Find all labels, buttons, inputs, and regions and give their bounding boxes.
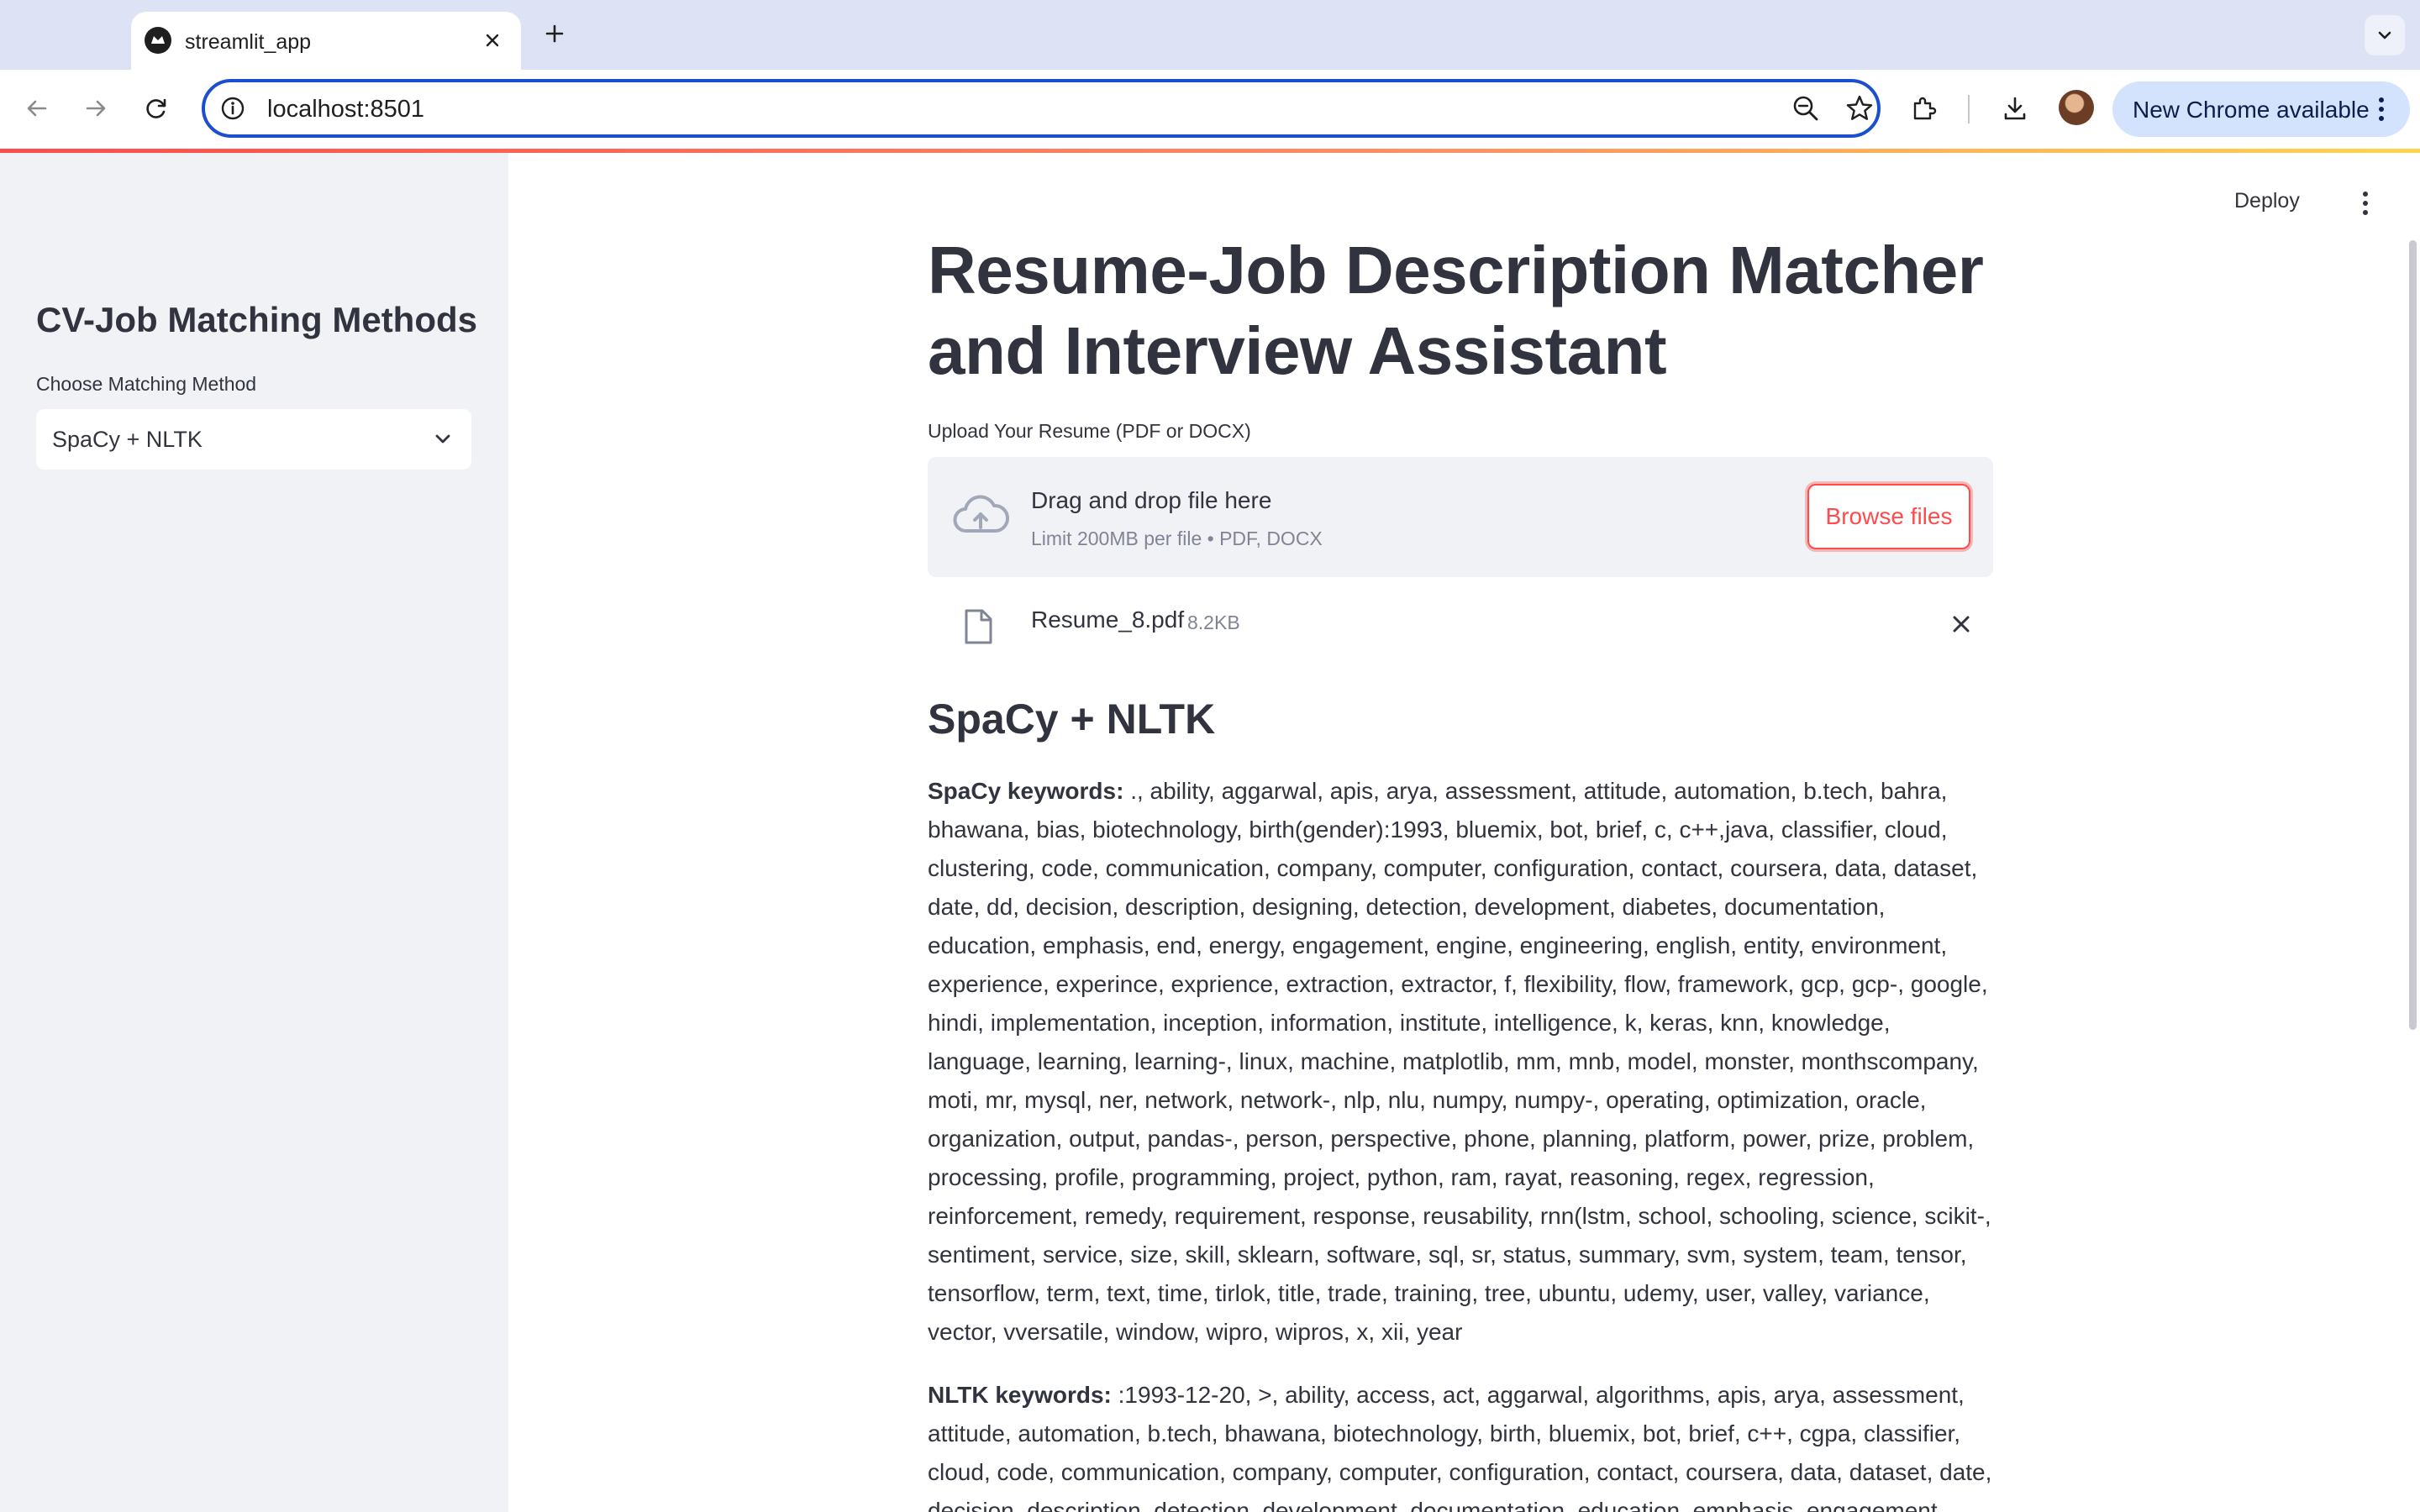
- spacy-keywords-text: ., ability, aggarwal, apis, arya, assess…: [928, 778, 1991, 1345]
- nltk-keywords-paragraph: NLTK keywords: :1993-12-20, >, ability, …: [928, 1376, 1993, 1512]
- browse-files-button[interactable]: Browse files: [1807, 484, 1970, 549]
- address-bar[interactable]: localhost:8501: [202, 79, 1881, 138]
- download-icon[interactable]: [1996, 90, 2033, 127]
- dropzone-title: Drag and drop file here: [1031, 487, 1272, 513]
- main-menu-icon[interactable]: [2349, 186, 2382, 220]
- streamlit-favicon: [145, 27, 171, 54]
- close-icon[interactable]: [476, 24, 509, 57]
- sidebar: CV-Job Matching Methods Choose Matching …: [0, 153, 508, 1512]
- avatar[interactable]: [2059, 90, 2094, 125]
- url-text: localhost:8501: [267, 96, 425, 123]
- plus-icon[interactable]: [538, 17, 571, 50]
- nltk-keywords-label: NLTK keywords:: [928, 1382, 1112, 1408]
- chevron-down-icon: [435, 434, 450, 444]
- select-value: SpaCy + NLTK: [52, 427, 203, 452]
- cloud-upload-icon: [953, 495, 1010, 533]
- file-size: 8.2KB: [1187, 612, 1240, 633]
- deploy-button[interactable]: Deploy: [2234, 189, 2300, 213]
- star-icon[interactable]: [1844, 92, 1876, 124]
- section-heading: SpaCy + NLTK: [928, 696, 1216, 743]
- uploaded-file-row: Resume_8.pdf 8.2KB: [928, 598, 1993, 665]
- reload-icon[interactable]: [134, 87, 178, 130]
- file-dropzone[interactable]: Drag and drop file here Limit 200MB per …: [928, 457, 1993, 577]
- screen: streamlit_app localhost:8501 New Chrome …: [0, 0, 2420, 1512]
- chevron-down-icon[interactable]: [2365, 15, 2405, 55]
- spacy-keywords-paragraph: SpaCy keywords: ., ability, aggarwal, ap…: [928, 772, 1993, 1352]
- main-content: Deploy Resume-Job Description Matcher an…: [508, 153, 2420, 1512]
- file-icon: [965, 609, 992, 644]
- spacy-keywords-label: SpaCy keywords:: [928, 778, 1124, 804]
- zoom-icon[interactable]: [1790, 92, 1822, 124]
- update-chrome-button[interactable]: New Chrome available: [2112, 81, 2410, 137]
- forward-arrow-icon[interactable]: [74, 87, 118, 130]
- browser-tab-strip: streamlit_app: [0, 0, 2420, 70]
- update-label: New Chrome available: [2133, 97, 2370, 123]
- kebab-icon[interactable]: [2365, 92, 2398, 126]
- sidebar-title: CV-Job Matching Methods: [36, 300, 477, 339]
- upload-label: Upload Your Resume (PDF or DOCX): [928, 420, 1251, 442]
- matching-method-select[interactable]: SpaCy + NLTK: [36, 409, 471, 470]
- scrollbar[interactable]: [2409, 240, 2417, 1030]
- extensions-icon[interactable]: [1906, 90, 1943, 127]
- page-title: Resume-Job Description Matcher and Inter…: [928, 233, 1984, 388]
- dropzone-subtitle: Limit 200MB per file • PDF, DOCX: [1031, 528, 1323, 549]
- browser-toolbar: localhost:8501 New Chrome available: [0, 70, 2420, 149]
- toolbar-divider: [1968, 95, 1970, 123]
- close-icon[interactable]: [1947, 610, 1975, 638]
- file-name: Resume_8.pdf: [1031, 606, 1185, 633]
- tab-title: streamlit_app: [185, 30, 312, 54]
- select-label: Choose Matching Method: [36, 373, 257, 395]
- back-arrow-icon[interactable]: [15, 87, 59, 130]
- browser-tab[interactable]: streamlit_app: [131, 12, 521, 70]
- info-icon[interactable]: [218, 94, 247, 123]
